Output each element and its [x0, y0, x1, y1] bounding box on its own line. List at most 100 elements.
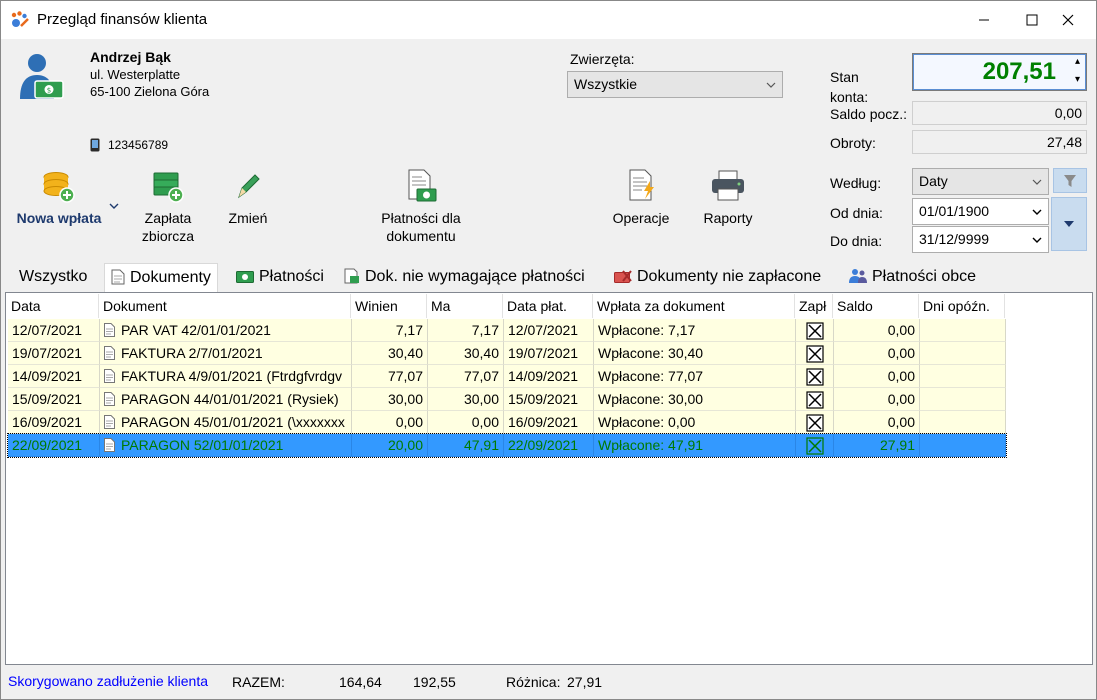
cell-balance[interactable]: 0,00	[834, 342, 920, 365]
table-row[interactable]: 12/07/2021 PAR VAT 42/01/01/2021 7,17 7,17 1…	[8, 319, 1006, 342]
sort-by-select[interactable]: Daty	[912, 168, 1049, 195]
operations-button[interactable]: Operacje	[605, 169, 677, 227]
new-payment-button[interactable]: Nowa wpłata	[9, 169, 109, 227]
cell-payment[interactable]: Wpłacone: 47,91	[594, 434, 796, 457]
cell-settled[interactable]	[796, 319, 834, 342]
table-row[interactable]: 22/09/2021 PARAGON 52/01/01/2021 20,00 47,9…	[7, 433, 1007, 458]
table-row[interactable]: 16/09/2021 PARAGON 45/01/01/2021 (\xxxxxx…	[8, 411, 1006, 434]
cell-paid[interactable]: 47,91	[428, 434, 504, 457]
filter-button[interactable]	[1053, 168, 1087, 193]
reports-button[interactable]: Raporty	[696, 169, 760, 227]
cell-balance[interactable]: 0,00	[834, 388, 920, 411]
debt-corrected-link[interactable]: Skorygowano zadłużenie klienta	[8, 673, 208, 689]
animals-select[interactable]: Wszystkie	[567, 71, 783, 98]
cell-payment-date[interactable]: 19/07/2021	[504, 342, 594, 365]
cell-document[interactable]: PARAGON 45/01/01/2021 (\xxxxxxx	[100, 411, 352, 434]
table-row[interactable]: 19/07/2021 FAKTURA 2/7/01/2021 30,40 30,40 1…	[8, 342, 1006, 365]
cell-settled[interactable]	[796, 365, 834, 388]
cell-document[interactable]: PARAGON 52/01/01/2021	[100, 434, 352, 457]
cell-settled[interactable]	[796, 411, 834, 434]
column-header-date[interactable]: Data	[7, 294, 99, 318]
cell-owed[interactable]: 0,00	[352, 411, 428, 434]
checkbox-crossed-icon[interactable]	[805, 345, 824, 363]
checkbox-crossed-icon[interactable]	[805, 368, 824, 386]
cell-settled[interactable]	[796, 342, 834, 365]
cell-settled[interactable]	[796, 434, 834, 457]
cell-owed[interactable]: 20,00	[352, 434, 428, 457]
column-header-payment-date[interactable]: Data płat.	[503, 294, 593, 318]
cell-date[interactable]: 12/07/2021	[8, 319, 100, 342]
checkbox-crossed-icon[interactable]	[805, 391, 824, 409]
cell-payment-date[interactable]: 22/09/2021	[504, 434, 594, 457]
cell-delay[interactable]	[920, 319, 1006, 342]
cell-date[interactable]: 16/09/2021	[8, 411, 100, 434]
cell-delay[interactable]	[920, 388, 1006, 411]
cell-payment[interactable]: Wpłacone: 7,17	[594, 319, 796, 342]
column-header-document[interactable]: Dokument	[99, 294, 351, 318]
column-header-paid[interactable]: Ma	[427, 294, 503, 318]
cell-date[interactable]: 19/07/2021	[8, 342, 100, 365]
cell-balance[interactable]: 0,00	[834, 365, 920, 388]
cell-paid[interactable]: 77,07	[428, 365, 504, 388]
balance-field[interactable]: 207,51 ▴ ▾	[912, 53, 1087, 91]
cell-payment-date[interactable]: 16/09/2021	[504, 411, 594, 434]
date-from-picker[interactable]: 01/01/1900	[912, 198, 1049, 225]
cell-owed[interactable]: 7,17	[352, 319, 428, 342]
cell-payment-date[interactable]: 12/07/2021	[504, 319, 594, 342]
checkbox-crossed-icon[interactable]	[805, 414, 824, 432]
checkbox-crossed-icon[interactable]	[805, 322, 824, 340]
tab-all[interactable]: Wszystko	[13, 263, 93, 291]
date-range-dropdown-button[interactable]	[1051, 197, 1087, 251]
cell-delay[interactable]	[920, 411, 1006, 434]
cell-payment[interactable]: Wpłacone: 77,07	[594, 365, 796, 388]
edit-button[interactable]: Zmień	[223, 169, 273, 227]
cell-document[interactable]: PAR VAT 42/01/01/2021	[100, 319, 352, 342]
cell-balance[interactable]: 27,91	[834, 434, 920, 457]
column-header-settled[interactable]: Zapł	[795, 294, 833, 318]
cell-settled[interactable]	[796, 388, 834, 411]
checkbox-crossed-icon[interactable]	[805, 437, 824, 455]
cell-balance[interactable]: 0,00	[834, 411, 920, 434]
new-payment-dropdown-icon[interactable]	[108, 201, 120, 211]
cell-date[interactable]: 15/09/2021	[8, 388, 100, 411]
cell-owed[interactable]: 30,00	[352, 388, 428, 411]
tab-unpaid-docs[interactable]: Dokumenty nie zapłacone	[608, 263, 827, 291]
cell-document[interactable]: PARAGON 44/01/01/2021 (Rysiek)	[100, 388, 352, 411]
cell-delay[interactable]	[920, 434, 1006, 457]
table-row[interactable]: 15/09/2021 PARAGON 44/01/01/2021 (Rysiek)…	[8, 388, 1006, 411]
cell-payment[interactable]: Wpłacone: 0,00	[594, 411, 796, 434]
tab-documents[interactable]: Dokumenty	[104, 263, 218, 293]
cell-date[interactable]: 22/09/2021	[8, 434, 100, 457]
cell-payment-date[interactable]: 14/09/2021	[504, 365, 594, 388]
cell-delay[interactable]	[920, 342, 1006, 365]
cell-paid[interactable]: 0,00	[428, 411, 504, 434]
spin-up-icon[interactable]: ▴	[1075, 56, 1080, 67]
spin-down-icon[interactable]: ▾	[1075, 74, 1080, 85]
column-header-owed[interactable]: Winien	[351, 294, 427, 318]
document-payments-button[interactable]: Płatności dla dokumentu	[351, 169, 491, 245]
cell-paid[interactable]: 7,17	[428, 319, 504, 342]
cell-owed[interactable]: 77,07	[352, 365, 428, 388]
tab-payments[interactable]: Płatności	[230, 263, 330, 291]
close-button[interactable]	[1044, 1, 1092, 39]
column-header-delay[interactable]: Dni opóźn.	[919, 294, 1005, 318]
minimize-button[interactable]	[960, 1, 1008, 39]
cell-delay[interactable]	[920, 365, 1006, 388]
cell-payment[interactable]: Wpłacone: 30,40	[594, 342, 796, 365]
column-header-payment[interactable]: Wpłata za dokument	[593, 294, 795, 318]
cell-owed[interactable]: 30,40	[352, 342, 428, 365]
cell-balance[interactable]: 0,00	[834, 319, 920, 342]
tab-no-payment-docs[interactable]: Dok. nie wymagające płatności	[338, 263, 591, 291]
cell-document[interactable]: FAKTURA 2/7/01/2021	[100, 342, 352, 365]
bulk-payment-button[interactable]: Zapłata zbiorcza	[127, 169, 209, 245]
documents-grid[interactable]: Data Dokument Winien Ma Data płat. Wpłat…	[5, 292, 1093, 665]
cell-paid[interactable]: 30,40	[428, 342, 504, 365]
cell-paid[interactable]: 30,00	[428, 388, 504, 411]
table-row[interactable]: 14/09/2021 FAKTURA 4/9/01/2021 (Ftrdgfvrd…	[8, 365, 1006, 388]
cell-payment-date[interactable]: 15/09/2021	[504, 388, 594, 411]
date-to-picker[interactable]: 31/12/9999	[912, 226, 1049, 253]
cell-document[interactable]: FAKTURA 4/9/01/2021 (Ftrdgfvrdgv	[100, 365, 352, 388]
column-header-balance[interactable]: Saldo	[833, 294, 919, 318]
cell-payment[interactable]: Wpłacone: 30,00	[594, 388, 796, 411]
tab-foreign-payments[interactable]: Płatności obce	[843, 263, 982, 291]
